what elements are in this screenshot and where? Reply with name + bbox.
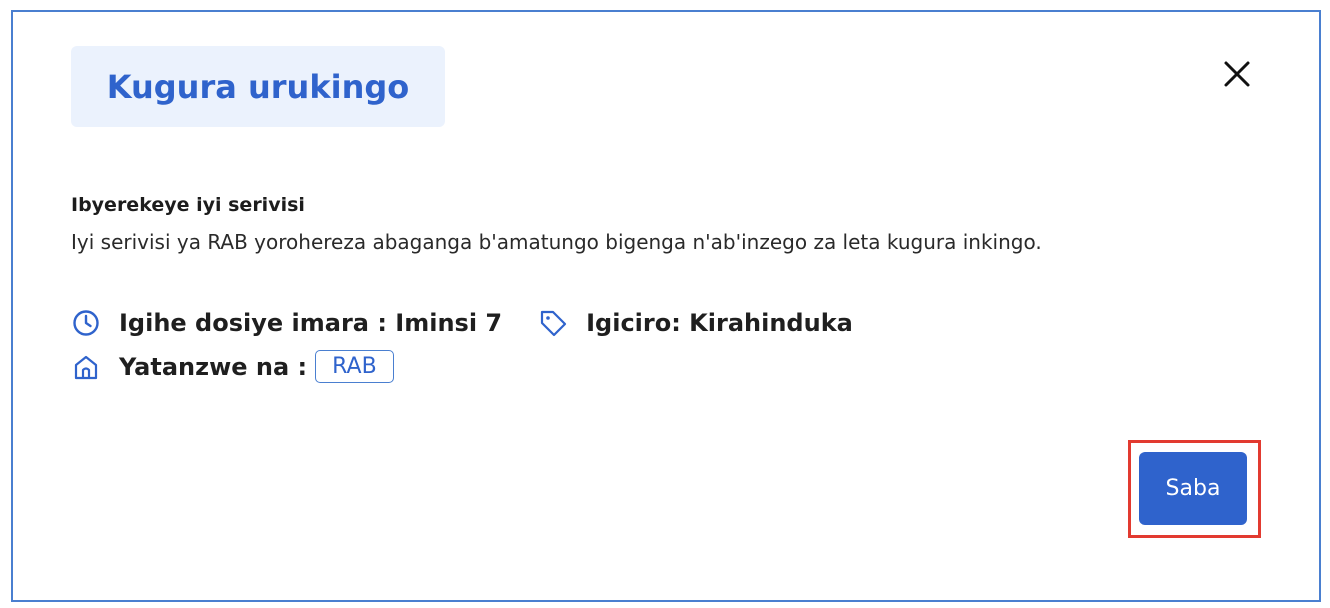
provider-label: Yatanzwe na : — [119, 352, 308, 381]
close-icon — [1224, 61, 1250, 87]
home-icon — [71, 352, 101, 382]
about-description: Iyi serivisi ya RAB yorohereza abaganga … — [71, 230, 1042, 254]
title-banner: Kugura urukingo — [71, 46, 445, 127]
submit-button[interactable]: Saba — [1139, 452, 1247, 525]
modal-title: Kugura urukingo — [106, 67, 410, 106]
meta-row-time-price: Igihe dosiye imara : Iminsi 7 Igiciro: K… — [71, 308, 853, 338]
service-modal: Kugura urukingo Ibyerekeye iyi serivisi … — [11, 10, 1321, 602]
about-heading: Ibyerekeye iyi serivisi — [71, 194, 305, 216]
close-button[interactable] — [1219, 56, 1255, 92]
price: Igiciro: Kirahinduka — [586, 309, 853, 337]
provider-badge: RAB — [315, 350, 394, 383]
processing-time: Igihe dosiye imara : Iminsi 7 — [119, 309, 503, 337]
meta-row-provider: Yatanzwe na : RAB — [71, 350, 394, 383]
tag-icon — [538, 308, 568, 338]
clock-icon — [71, 308, 101, 338]
